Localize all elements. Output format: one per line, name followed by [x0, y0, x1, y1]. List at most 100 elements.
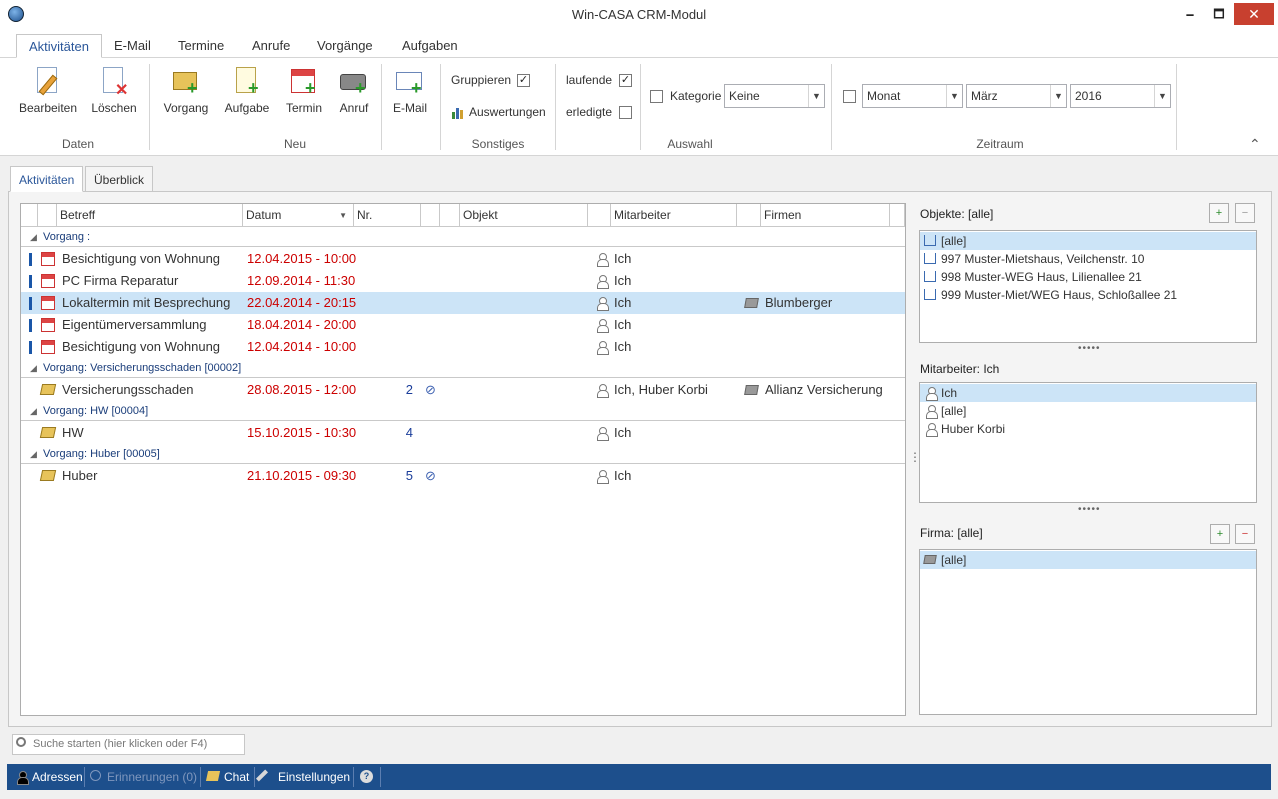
gruppieren-checkbox[interactable]: ✓	[517, 74, 530, 87]
column-header-nr[interactable]: Nr.	[354, 204, 421, 227]
table-row[interactable]: Besichtigung von Wohnung 12.04.2014 - 10…	[21, 336, 905, 358]
zeitraum-checkbox[interactable]	[843, 90, 856, 103]
laufende-checkbox[interactable]: ✓	[619, 74, 632, 87]
nr-cell: 2	[405, 382, 413, 397]
list-item[interactable]: [alle]	[920, 551, 1256, 569]
loeschen-button[interactable]: ✕ Löschen	[88, 66, 140, 115]
column-header-mitarbeiter[interactable]: Mitarbeiter	[611, 204, 737, 227]
group-header[interactable]: ◢ Vorgang: HW [00004]	[21, 402, 905, 421]
list-item[interactable]: [alle]	[920, 232, 1256, 250]
person-icon	[926, 423, 938, 437]
table-row[interactable]: Besichtigung von Wohnung 12.04.2015 - 10…	[21, 248, 905, 270]
close-button[interactable]: ✕	[1234, 3, 1274, 25]
month-select[interactable]: März ▼	[966, 84, 1067, 108]
ribbon-tab-anrufe[interactable]: Anrufe	[240, 34, 302, 58]
minimize-button[interactable]: 🗕	[1176, 4, 1204, 24]
period-select[interactable]: Monat ▼	[862, 84, 963, 108]
table-row[interactable]: HW 15.10.2015 - 10:30 4 Ich	[21, 422, 905, 444]
ribbon-tab-email[interactable]: E-Mail	[102, 34, 163, 58]
tab-ueberblick[interactable]: Überblick	[85, 166, 154, 192]
betreff-cell: Eigentümerversammlung	[62, 317, 207, 332]
appointment-calendar-icon	[41, 318, 55, 332]
column-header-objekt[interactable]: Objekt	[460, 204, 588, 227]
horizontal-splitter-grip[interactable]: •••••	[1078, 504, 1101, 515]
remove-firma-button[interactable]: −	[1235, 524, 1255, 544]
objekte-label: Objekte: [alle]	[920, 207, 994, 221]
einstellungen-button[interactable]: Einstellungen	[278, 764, 350, 790]
chevron-down-icon: ▼	[808, 85, 824, 107]
datum-cell: 18.04.2014 - 20:00	[247, 317, 357, 332]
vorgang-button[interactable]: + Vorgang	[158, 66, 214, 115]
chat-button[interactable]: Chat	[224, 764, 249, 790]
group-header[interactable]: ◢ Vorgang: Huber [00005]	[21, 445, 905, 464]
vorgang-folder-icon	[39, 427, 57, 438]
collapse-triangle-icon[interactable]: ◢	[30, 359, 37, 378]
termin-button[interactable]: + Termin	[280, 66, 328, 115]
ribbon-tab-aktivitaeten[interactable]: Aktivitäten	[16, 34, 102, 58]
firm-book-icon	[744, 385, 759, 395]
erinnerungen-button[interactable]: Erinnerungen (0)	[107, 764, 197, 790]
year-select[interactable]: 2016 ▼	[1070, 84, 1171, 108]
group-header[interactable]: ◢ Vorgang: Versicherungsschaden [00002]	[21, 359, 905, 378]
collapse-ribbon-icon[interactable]: ⌃	[1249, 136, 1261, 153]
group-header[interactable]: ◢ Vorgang :	[21, 228, 905, 247]
bearbeiten-button[interactable]: Bearbeiten	[18, 66, 78, 115]
add-firma-button[interactable]: +	[1210, 524, 1230, 544]
list-item[interactable]: 998 Muster-WEG Haus, Lilienallee 21	[920, 268, 1256, 286]
auswertungen-button[interactable]: Auswertungen	[469, 105, 546, 119]
table-row[interactable]: Huber 21.10.2015 - 09:30 5 ⊘ Ich	[21, 465, 905, 487]
anruf-button[interactable]: + Anruf	[332, 66, 376, 115]
email-label: E-Mail	[392, 101, 427, 115]
list-item[interactable]: 997 Muster-Mietshaus, Veilchenstr. 10	[920, 250, 1256, 268]
table-row[interactable]: PC Firma Reparatur 12.09.2014 - 11:30 Ic…	[21, 270, 905, 292]
datum-cell: 12.09.2014 - 11:30	[247, 273, 356, 288]
erinnerungen-clock-icon	[90, 770, 101, 781]
group-label-zeitraum: Zeitraum	[976, 137, 1024, 151]
kategorie-checkbox[interactable]	[650, 90, 663, 103]
bearbeiten-label: Bearbeiten	[18, 101, 78, 115]
list-item[interactable]: 999 Muster-Miet/WEG Haus, Schloßallee 21	[920, 286, 1256, 304]
collapse-triangle-icon[interactable]: ◢	[30, 402, 37, 421]
chevron-down-icon: ▼	[1154, 85, 1170, 107]
search-icon	[16, 737, 26, 747]
table-row[interactable]: Eigentümerversammlung 18.04.2014 - 20:00…	[21, 314, 905, 336]
column-header-betreff[interactable]: Betreff	[57, 204, 243, 227]
betreff-cell: Besichtigung von Wohnung	[62, 251, 221, 266]
mitarbeiter-cell: Ich	[614, 317, 632, 332]
status-bar-icon	[29, 319, 32, 332]
auswertungen-chart-icon	[451, 106, 465, 119]
month-value: März	[971, 89, 998, 103]
column-header-person-icon	[588, 204, 611, 227]
tab-aktivitaeten[interactable]: Aktivitäten	[10, 166, 84, 192]
column-header-firmen[interactable]: Firmen	[761, 204, 890, 227]
edit-document-icon	[33, 66, 63, 96]
email-button[interactable]: + E-Mail	[386, 66, 434, 115]
search-input[interactable]: Suche starten (hier klicken oder F4)	[12, 734, 245, 755]
aufgabe-button[interactable]: + Aufgabe	[220, 66, 274, 115]
maximize-button[interactable]: 🗖	[1205, 4, 1233, 24]
adressen-button[interactable]: Adressen	[32, 764, 83, 790]
remove-objekt-button[interactable]: −	[1235, 203, 1255, 223]
kategorie-select[interactable]: Keine ▼	[724, 84, 825, 108]
column-header-datum[interactable]: Datum ▼	[243, 204, 354, 227]
ribbon-tab-termine[interactable]: Termine	[166, 34, 236, 58]
group-label: Vorgang: Huber [00005]	[43, 448, 160, 460]
group-label-sonstiges: Sonstiges	[471, 137, 525, 151]
ribbon-tab-aufgaben[interactable]: Aufgaben	[390, 34, 470, 58]
collapse-triangle-icon[interactable]: ◢	[30, 228, 37, 247]
list-item[interactable]: Huber Korbi	[920, 420, 1256, 438]
help-icon[interactable]: ?	[360, 770, 373, 783]
appointment-calendar-icon	[41, 274, 55, 288]
attachment-paperclip-icon: ⊘	[425, 382, 436, 397]
add-objekt-button[interactable]: +	[1209, 203, 1229, 223]
firma-cell: Allianz Versicherung	[765, 382, 883, 397]
horizontal-splitter-grip[interactable]: •••••	[1078, 343, 1101, 354]
erledigte-checkbox[interactable]	[619, 106, 632, 119]
list-item[interactable]: [alle]	[920, 402, 1256, 420]
adressen-person-icon	[17, 771, 29, 785]
collapse-triangle-icon[interactable]: ◢	[30, 445, 37, 464]
ribbon-tab-vorgaenge[interactable]: Vorgänge	[305, 34, 385, 58]
list-item[interactable]: Ich	[920, 384, 1256, 402]
table-row[interactable]: Versicherungsschaden 28.08.2015 - 12:00 …	[21, 379, 905, 401]
table-row-selected[interactable]: Lokaltermin mit Besprechung 22.04.2014 -…	[21, 292, 905, 314]
